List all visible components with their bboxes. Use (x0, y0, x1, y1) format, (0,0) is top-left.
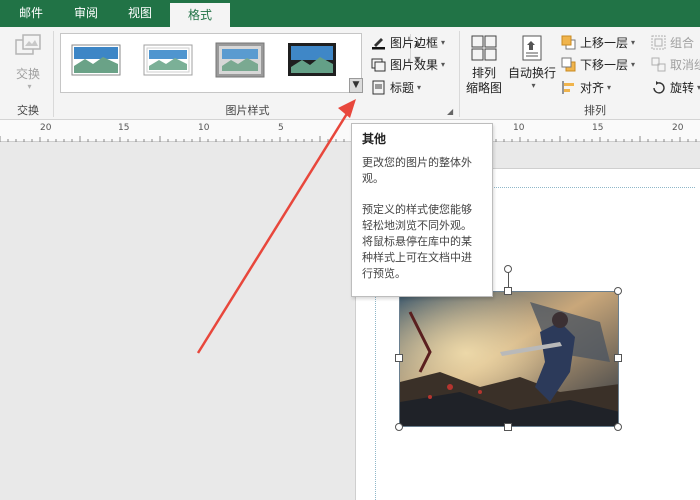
tooltip-title: 其他 (362, 132, 387, 146)
swap-button[interactable]: 交换 ▾ (8, 32, 48, 91)
swap-button-label: 交换 (15, 67, 40, 81)
wrap-text-button[interactable]: 自动换行 ▾ (506, 33, 558, 90)
tab-view[interactable]: 视图 (115, 0, 165, 27)
ungroup-label: 取消组 (670, 57, 700, 72)
ruler-number: 20 (40, 123, 52, 133)
ruler-number: 5 (278, 123, 284, 133)
arrange-thumbnails-label-line1: 排列 (471, 66, 496, 80)
caption-button[interactable]: 标题 ▾ (371, 77, 421, 97)
group-label: 组合 (670, 35, 695, 50)
send-backward-button[interactable]: 下移一层 ▾ (561, 54, 635, 74)
resize-handle-top[interactable] (504, 287, 512, 295)
align-icon (561, 80, 576, 95)
rotate-button[interactable]: 旋转 ▾ (651, 77, 700, 97)
group-divider (53, 31, 54, 117)
chevron-down-icon: ▾ (441, 59, 446, 69)
chevron-down-icon: ▾ (531, 81, 536, 90)
resize-handle-bottom-left[interactable] (395, 423, 403, 431)
group-button[interactable]: 组合 (651, 32, 694, 52)
wrap-text-label: 自动换行 (507, 66, 556, 80)
ribbon: 交换 ▾ 交换 ▲ ▼ ▼ 图片边框 ▾ 图片效果 ▾ 标题 ▾ 图片样式 ◢ … (0, 27, 700, 120)
ribbon-tab-bar: 邮件 审阅 视图 格式 (0, 0, 700, 27)
bring-forward-label: 上移一层 (580, 35, 629, 50)
picture-border-label: 图片边框 (390, 35, 439, 50)
application-window: 邮件 审阅 视图 格式 交换 ▾ 交换 ▲ ▼ ▼ 图片边框 ▾ 图片效果 ▾ … (0, 0, 700, 500)
group-divider (459, 31, 460, 117)
ruler-number: 20 (672, 123, 684, 133)
more-dropdown-icon: ▼ (352, 80, 360, 90)
ungroup-icon (651, 57, 666, 72)
picture-style-gallery: ▲ ▼ (60, 33, 424, 93)
tooltip-more: 其他 更改您的图片的整体外观。 预定义的样式使您能够轻松地浏览不同外观。将鼠标悬… (351, 123, 493, 297)
ungroup-button[interactable]: 取消组 (651, 54, 700, 74)
ruler-number: 15 (118, 123, 130, 133)
rotate-label: 旋转 (670, 80, 695, 95)
style-thumb-4[interactable] (287, 42, 339, 78)
caption-icon (371, 80, 386, 95)
tab-format[interactable]: 格式 (170, 3, 230, 27)
group-label-swap: 交换 (17, 104, 39, 117)
picture-effects-button[interactable]: 图片效果 ▾ (371, 54, 445, 74)
chevron-down-icon: ▾ (607, 82, 612, 92)
rotate-handle[interactable] (504, 265, 512, 273)
bring-forward-icon (561, 35, 576, 50)
resize-handle-bottom[interactable] (504, 423, 512, 431)
tooltip-description-2: 预定义的样式使您能够轻松地浏览不同外观。将鼠标悬停在库中的某种样式上可在文档中进… (362, 203, 472, 280)
picture-effects-icon (371, 57, 386, 72)
tab-mailings[interactable]: 邮件 (8, 0, 54, 27)
resize-handle-right[interactable] (614, 354, 622, 362)
ruler-number: 10 (198, 123, 210, 133)
send-backward-label: 下移一层 (580, 57, 629, 72)
arrange-thumbnails-button[interactable]: 排列 缩略图 (462, 33, 506, 96)
group-icon (651, 35, 666, 50)
chevron-down-icon: ▾ (417, 82, 422, 92)
caption-label: 标题 (390, 80, 415, 95)
game-artwork-image (400, 292, 618, 426)
style-thumb-2[interactable] (143, 42, 195, 78)
resize-handle-top-right[interactable] (614, 287, 622, 295)
picture-border-icon (371, 35, 386, 50)
arrange-thumbnails-icon (471, 35, 497, 61)
rotate-icon (651, 80, 666, 95)
horizontal-ruler[interactable]: 20 15 10 5 10 15 20 (0, 120, 700, 142)
tab-review[interactable]: 审阅 (62, 0, 110, 27)
selected-picture[interactable] (399, 291, 619, 427)
align-button[interactable]: 对齐 ▾ (561, 77, 611, 97)
ruler-number: 15 (592, 123, 604, 133)
chevron-down-icon: ▾ (27, 82, 32, 91)
style-thumb-1[interactable] (71, 42, 123, 78)
tooltip-description-1: 更改您的图片的整体外观。 (362, 156, 472, 185)
chevron-down-icon: ▾ (441, 37, 446, 47)
picture-style-icon (288, 43, 336, 76)
picture-border-button[interactable]: 图片边框 ▾ (371, 32, 445, 52)
ruler-number: 10 (513, 123, 525, 133)
dialog-launcher-icon[interactable]: ◢ (447, 107, 453, 116)
align-label: 对齐 (580, 80, 605, 95)
group-label-picture-styles: 图片样式 (225, 104, 270, 117)
resize-handle-left[interactable] (395, 354, 403, 362)
chevron-down-icon: ▾ (631, 59, 636, 69)
picture-style-icon (71, 44, 121, 76)
gallery-more-button[interactable]: ▼ (349, 78, 363, 93)
wrap-text-icon (522, 35, 542, 61)
group-label-arrange: 排列 (584, 104, 606, 117)
chevron-down-icon: ▾ (631, 37, 636, 47)
resize-handle-bottom-right[interactable] (614, 423, 622, 431)
picture-effects-label: 图片效果 (390, 57, 439, 72)
send-backward-icon (561, 57, 576, 72)
bring-forward-button[interactable]: 上移一层 ▾ (561, 32, 635, 52)
swap-icon (15, 34, 41, 55)
picture-style-icon (215, 42, 265, 78)
style-thumb-3[interactable] (215, 42, 267, 78)
picture-style-icon (143, 44, 193, 76)
arrange-thumbnails-label-line2: 缩略图 (465, 81, 502, 95)
